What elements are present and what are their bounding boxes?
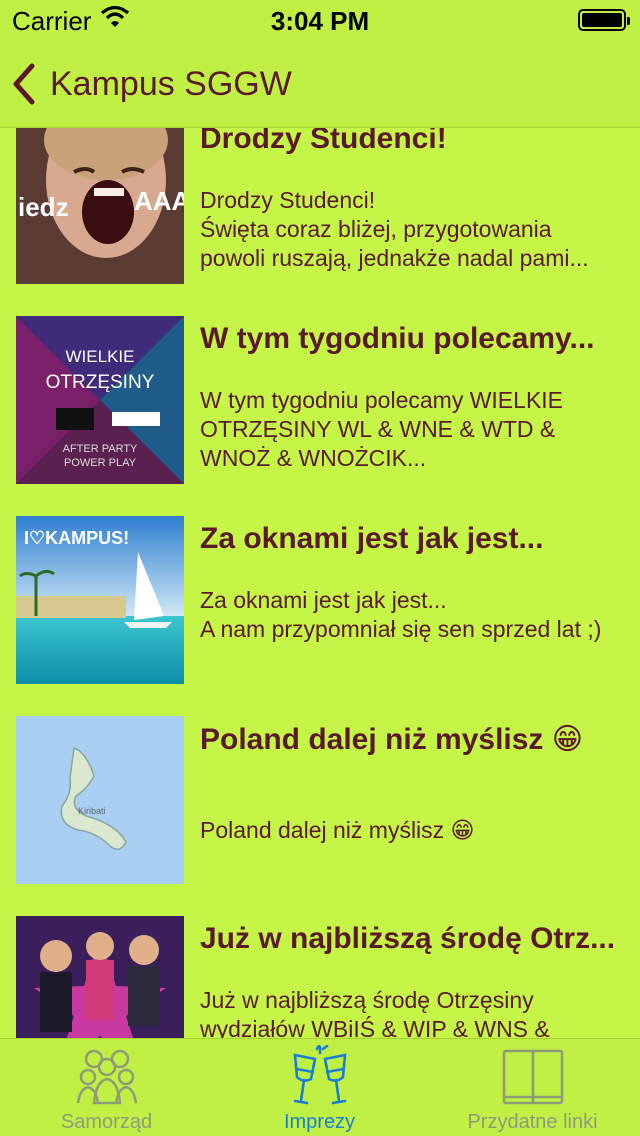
event-thumbnail: iedz AAA [16, 128, 184, 284]
event-thumbnail: I♡KAMPUS! [16, 516, 184, 684]
event-thumbnail: WIELKIE OTRZĘSINY AFTER PARTY POWER PLAY [16, 316, 184, 484]
event-thumbnail: Kiribati [16, 716, 184, 884]
event-description: W tym tygodniu polecamy WIELKIE OTRZĘSIN… [200, 387, 564, 471]
event-description: Drodzy Studenci! Święta coraz bliżej, pr… [200, 187, 589, 271]
chevron-left-icon [13, 63, 35, 105]
events-feed[interactable]: iedz AAA Drodzy Studenci! Drodzy Studenc… [0, 128, 640, 1038]
list-item[interactable]: Kiribati Poland dalej niż myślisz 😁 Pola… [0, 716, 640, 916]
navigation-bar: Kampus SGGW [0, 40, 640, 128]
people-icon [0, 1045, 213, 1107]
list-item[interactable]: I♡KAMPUS! Za oknami jest jak jest... Za … [0, 516, 640, 716]
list-item[interactable]: MIG Już w najbliższą środę Otrz... Już w… [0, 916, 640, 1038]
svg-text:OTRZĘSINY: OTRZĘSINY [46, 372, 155, 393]
event-description: Już w najbliższą środę Otrzęsiny wydział… [200, 987, 550, 1038]
event-thumbnail: MIG [16, 916, 184, 1038]
battery-icon [578, 9, 630, 31]
event-title: Drodzy Studenci! [200, 128, 447, 155]
thumb-overlay-text: iedz [18, 192, 69, 222]
svg-text:Kiribati: Kiribati [78, 806, 106, 816]
tab-label: Samorząd [60, 1111, 153, 1133]
event-title: Już w najbliższą środę Otrz... [200, 922, 616, 955]
svg-text:I♡KAMPUS!: I♡KAMPUS! [24, 528, 129, 548]
thumb-overlay-text: AAA [134, 186, 184, 216]
tab-label: Przydatne linki [467, 1111, 598, 1133]
tab-samorzad[interactable]: Samorząd [0, 1039, 213, 1136]
toast-glasses-icon [213, 1045, 426, 1107]
back-button-label: Kampus SGGW [50, 64, 292, 103]
svg-text:AFTER PARTY: AFTER PARTY [63, 443, 138, 455]
status-bar: Carrier 3:04 PM [0, 0, 640, 40]
event-title: W tym tygodniu polecamy... [200, 322, 595, 355]
event-title: Za oknami jest jak jest... [200, 522, 544, 555]
svg-text:MIG: MIG [36, 1030, 127, 1038]
event-description: Za oknami jest jak jest... A nam przypom… [200, 587, 602, 642]
list-item[interactable]: WIELKIE OTRZĘSINY AFTER PARTY POWER PLAY… [0, 316, 640, 516]
book-icon [426, 1045, 639, 1107]
tab-przydatne-linki[interactable]: Przydatne linki [426, 1039, 639, 1136]
event-title: Poland dalej niż myślisz 😁 [200, 723, 584, 756]
svg-text:WIELKIE: WIELKIE [66, 347, 135, 366]
list-item[interactable]: iedz AAA Drodzy Studenci! Drodzy Studenc… [0, 128, 640, 300]
status-time: 3:04 PM [270, 6, 370, 36]
tab-imprezy[interactable]: Imprezy [213, 1039, 426, 1136]
tab-bar: Samorząd Imprezy Przydatne linki [0, 1038, 640, 1136]
event-description: Poland dalej niż myślisz 😁 [200, 817, 475, 843]
tab-label: Imprezy [283, 1111, 356, 1133]
svg-text:POWER PLAY: POWER PLAY [64, 457, 137, 469]
back-button[interactable]: Kampus SGGW [12, 60, 292, 108]
